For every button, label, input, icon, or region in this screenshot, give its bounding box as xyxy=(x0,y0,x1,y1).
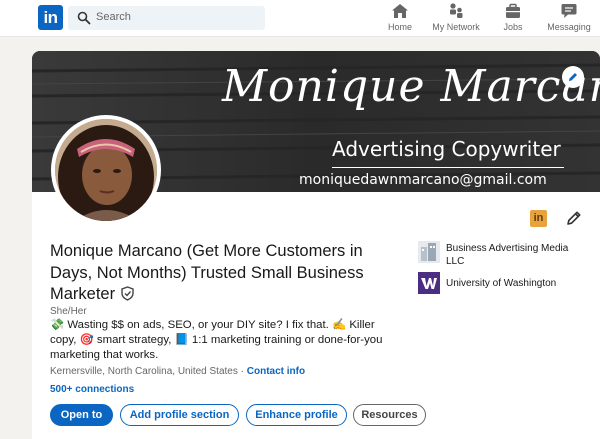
add-profile-section-button[interactable]: Add profile section xyxy=(120,404,239,426)
pronouns: She/Her xyxy=(50,306,87,317)
pencil-icon xyxy=(569,73,577,81)
home-icon xyxy=(392,4,408,18)
profile-card: Monique Marcano Advertising Copywriter m… xyxy=(32,51,600,439)
university-name: University of Washington xyxy=(446,278,557,289)
profile-name: Monique Marcano (Get More Customers in D… xyxy=(50,241,390,306)
nav-home-label: Home xyxy=(387,22,412,32)
nav-my-network-label: My Network xyxy=(432,22,480,32)
network-icon xyxy=(450,3,463,18)
banner-divider xyxy=(332,167,564,168)
nav-messaging-label: Messaging xyxy=(547,22,591,32)
profile-name-text: Monique Marcano (Get More Customers in D… xyxy=(50,242,364,303)
profile-headline: 💸 Wasting $$ on ads, SEO, or your DIY si… xyxy=(50,319,383,361)
avatar[interactable] xyxy=(51,115,161,225)
resources-button[interactable]: Resources xyxy=(353,404,426,426)
edit-intro-pencil-icon[interactable] xyxy=(565,209,583,227)
location: Kernersville, North Carolina, United Sta… xyxy=(50,366,238,377)
edit-banner-button[interactable] xyxy=(562,66,584,88)
current-company[interactable]: Business Advertising Media LLC xyxy=(418,241,598,271)
open-to-button[interactable]: Open to xyxy=(50,404,113,426)
top-nav: in Search Home My Network Jobs Messaging xyxy=(0,0,600,37)
search-input[interactable]: Search xyxy=(96,11,131,23)
banner-role: Advertising Copywriter xyxy=(332,137,561,161)
search-bar[interactable]: Search xyxy=(68,6,265,30)
university-logo-icon xyxy=(418,272,440,294)
location-line: Kernersville, North Carolina, United Sta… xyxy=(50,366,305,377)
linkedin-logo[interactable]: in xyxy=(38,5,63,30)
nav-home[interactable]: Home xyxy=(370,2,430,32)
separator: · xyxy=(237,366,247,377)
contact-info-link[interactable]: Contact info xyxy=(247,366,305,377)
nav-my-network[interactable]: My Network xyxy=(426,2,486,32)
briefcase-icon xyxy=(506,3,520,18)
nav-messaging[interactable]: Messaging xyxy=(539,2,599,32)
company-name: Business Advertising Media LLC xyxy=(446,243,569,267)
profile-photo xyxy=(55,119,157,221)
banner-script-name: Monique Marcano xyxy=(222,61,600,112)
linkedin-premium-badge-icon[interactable]: in xyxy=(530,210,547,227)
enhance-profile-button[interactable]: Enhance profile xyxy=(246,404,347,426)
messaging-icon xyxy=(561,4,577,18)
company-logo-icon xyxy=(418,241,440,263)
verified-shield-icon[interactable] xyxy=(120,286,135,301)
banner-email: moniquedawnmarcano@gmail.com xyxy=(299,172,547,188)
education[interactable]: University of Washington xyxy=(418,272,598,296)
search-icon xyxy=(77,11,91,25)
connections-link[interactable]: 500+ connections xyxy=(50,384,134,395)
nav-jobs[interactable]: Jobs xyxy=(483,2,543,32)
nav-jobs-label: Jobs xyxy=(503,22,523,32)
